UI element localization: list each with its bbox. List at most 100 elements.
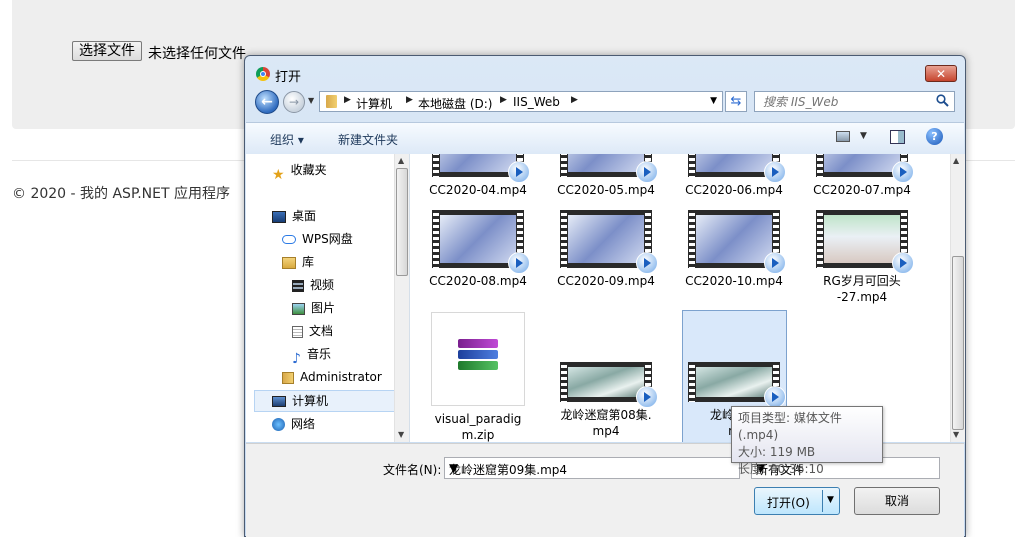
help-icon[interactable]: ? (926, 128, 943, 145)
winrar-icon (458, 339, 498, 375)
nav-scrollbar[interactable]: ▲ ▼ (394, 154, 409, 442)
file-item[interactable]: CC2020-08.mp4 (426, 210, 530, 289)
refresh-icon[interactable]: ⇆ (725, 91, 747, 112)
open-dropdown-icon[interactable]: ▼ (827, 495, 834, 505)
file-list-scrollbar[interactable]: ▲ ▼ (950, 154, 965, 442)
scroll-up-icon[interactable]: ▲ (398, 156, 404, 165)
media-player-icon (508, 161, 530, 183)
desktop-icon (272, 210, 286, 223)
file-item[interactable]: RG岁月可回头 -27.mp4 (810, 210, 914, 305)
breadcrumb-chevron-icon[interactable]: ▶ (500, 95, 507, 105)
star-icon: ★ (272, 166, 285, 183)
nav-item-administrator[interactable]: Administrator (282, 367, 382, 387)
file-item[interactable]: CC2020-07.mp4 (810, 154, 914, 198)
scroll-down-icon[interactable]: ▼ (398, 430, 404, 439)
view-icon[interactable] (836, 131, 850, 142)
breadcrumb-chevron-icon[interactable]: ▶ (406, 95, 413, 105)
preview-pane-icon[interactable] (890, 130, 905, 144)
nav-item-pictures[interactable]: 图片 (292, 298, 335, 318)
media-player-icon (636, 386, 658, 408)
file-item[interactable]: 龙岭迷窟第08集. mp4 (554, 362, 658, 439)
media-player-icon (892, 161, 914, 183)
open-button[interactable]: 打开(O) ▼ (754, 487, 840, 515)
filename-label: 文件名(N): (383, 463, 442, 477)
tooltip-size: 大小: 119 MB (738, 445, 816, 459)
video-thumbnail (688, 362, 786, 408)
file-name: CC2020-08.mp4 (429, 274, 527, 288)
back-icon[interactable]: ← (255, 90, 279, 114)
file-name: CC2020-06.mp4 (685, 183, 783, 197)
video-thumbnail (816, 210, 914, 274)
forward-icon[interactable]: → (283, 91, 305, 113)
file-name: visual_paradig m.zip (434, 412, 522, 442)
breadcrumb-folder[interactable]: IIS_Web (513, 95, 560, 109)
file-info-tooltip: 项目类型: 媒体文件(.mp4) 大小: 119 MB 长度: 00:36:10 (731, 406, 883, 476)
file-name: RG岁月可回头 -27.mp4 (823, 274, 901, 304)
tooltip-type: 项目类型: 媒体文件(.mp4) (738, 411, 842, 442)
scroll-down-icon[interactable]: ▼ (953, 430, 959, 439)
nav-item-videos[interactable]: 视频 (292, 275, 334, 295)
nav-scroll-thumb[interactable] (396, 168, 408, 276)
filename-input[interactable]: 龙岭迷窟第09集.mp4 ▼ (444, 457, 740, 479)
video-thumbnail (560, 154, 658, 183)
close-button[interactable]: ✕ (925, 65, 957, 82)
nav-item-desktop[interactable]: 桌面 (272, 206, 316, 226)
music-icon: ♪ (292, 350, 301, 367)
breadcrumb-chevron-icon[interactable]: ▶ (571, 95, 578, 105)
scroll-up-icon[interactable]: ▲ (953, 156, 959, 165)
history-dropdown-icon[interactable]: ▼ (308, 96, 314, 105)
video-thumbnail (432, 210, 530, 274)
nav-item-documents[interactable]: 文档 (292, 321, 333, 341)
nav-item-wps-cloud[interactable]: WPS网盘 (282, 229, 353, 249)
media-player-icon (636, 252, 658, 274)
computer-icon (272, 396, 286, 407)
file-item[interactable]: CC2020-09.mp4 (554, 210, 658, 289)
view-dropdown-icon[interactable]: ▼ (860, 131, 867, 141)
file-list-scroll-thumb[interactable] (952, 256, 964, 430)
folder-icon (326, 95, 337, 108)
file-name: CC2020-04.mp4 (429, 183, 527, 197)
nav-item-libraries[interactable]: 库 (282, 252, 314, 272)
video-thumbnail (688, 210, 786, 274)
file-name: CC2020-10.mp4 (685, 274, 783, 288)
breadcrumb-drive[interactable]: 本地磁盘 (D:) (418, 95, 492, 112)
choose-file-button[interactable]: 选择文件 (72, 41, 142, 61)
video-thumbnail (432, 154, 530, 183)
breadcrumb-computer[interactable]: 计算机 (356, 95, 392, 112)
search-icon[interactable] (936, 94, 949, 107)
nav-item-favorites[interactable]: ★ 收藏夹 (272, 160, 327, 183)
tooltip-length: 长度: 00:36:10 (738, 462, 824, 476)
video-thumbnail (560, 362, 658, 408)
file-item[interactable]: CC2020-06.mp4 (682, 154, 786, 198)
file-item[interactable]: CC2020-10.mp4 (682, 210, 786, 289)
file-item[interactable]: visual_paradig m.zip (426, 312, 530, 442)
new-folder-button[interactable]: 新建文件夹 (338, 131, 398, 148)
search-box[interactable] (754, 91, 955, 112)
breadcrumb-chevron-icon[interactable]: ▶ (344, 95, 351, 105)
nav-item-music[interactable]: ♪ 音乐 (292, 344, 331, 367)
media-player-icon (636, 161, 658, 183)
media-player-icon (892, 252, 914, 274)
cancel-button[interactable]: 取消 (854, 487, 940, 515)
page-footer: © 2020 - 我的 ASP.NET 应用程序 (12, 186, 230, 202)
file-name: CC2020-05.mp4 (557, 183, 655, 197)
address-dropdown-icon[interactable]: ▼ (710, 96, 717, 106)
document-icon (292, 325, 303, 338)
nav-item-computer[interactable]: 计算机 (272, 391, 328, 411)
video-thumbnail (688, 154, 786, 183)
file-item[interactable]: CC2020-04.mp4 (426, 154, 530, 198)
cloud-icon (282, 235, 296, 244)
media-player-icon (508, 252, 530, 274)
split-divider (822, 490, 823, 512)
user-folder-icon (282, 371, 294, 384)
nav-item-network[interactable]: 网络 (272, 414, 315, 434)
navigation-pane: ★ 收藏夹 桌面 WPS网盘 库 视频 图片 文档 ♪ 音乐 Administrat… (246, 154, 410, 442)
picture-icon (292, 302, 305, 315)
address-bar[interactable]: ▶ 计算机 ▶ 本地磁盘 (D:) ▶ IIS_Web ▶ ▼ (319, 91, 723, 112)
search-input[interactable] (755, 92, 947, 111)
organize-button[interactable]: 组织 ▾ (270, 131, 304, 148)
media-player-icon (764, 386, 786, 408)
file-status-text: 未选择任何文件 (148, 46, 246, 62)
filename-dropdown-icon[interactable]: ▼ (449, 461, 735, 475)
file-item[interactable]: CC2020-05.mp4 (554, 154, 658, 198)
